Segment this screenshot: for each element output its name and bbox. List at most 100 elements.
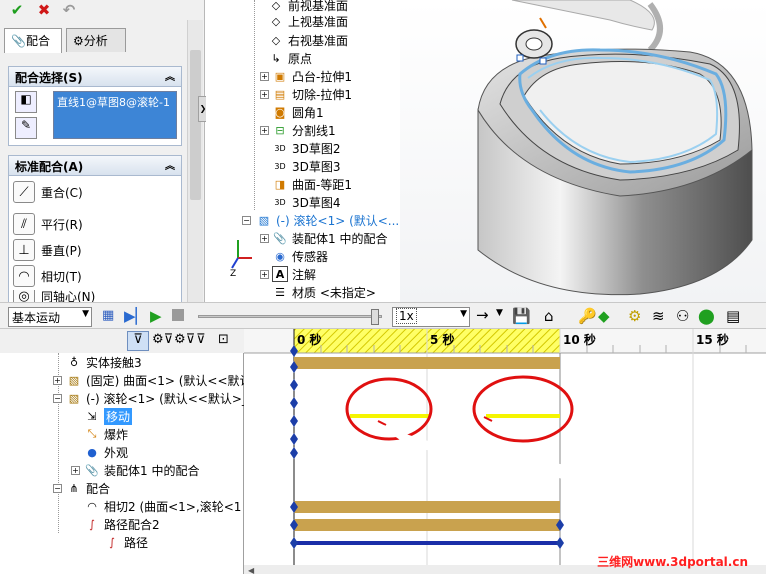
tree-item-origin[interactable]: ↳ 原点 [268, 49, 312, 67]
sensor-icon: ◉ [275, 249, 285, 263]
tree-item-boss-extrude[interactable]: ▣ 凸台-拉伸1 [272, 67, 352, 85]
tree-item-split-line[interactable]: ⊟ 分割线1 [272, 121, 335, 139]
expand-icon[interactable]: + [260, 90, 269, 99]
annotation-icon: A [272, 266, 288, 282]
filter-results-icon[interactable]: ⊽ [196, 332, 206, 347]
expand-icon[interactable]: + [53, 376, 62, 385]
play-icon[interactable]: ▶ [150, 307, 162, 325]
mate-selection-section: 配合选择(S) ︽ ◧ ✎ 直线1@草图8@滚轮-1 [8, 66, 182, 146]
results-plots-icon[interactable]: ▤ [726, 307, 740, 325]
pin-icon[interactable]: ✎ [15, 117, 37, 139]
mate-perpendicular[interactable]: ⊥ 垂直(P) [13, 238, 82, 262]
study-type-select[interactable]: 基本运动 ▼ [8, 307, 92, 327]
contact-icon[interactable]: ⚇ [676, 307, 689, 325]
motion-item-roller[interactable]: ▧ (-) 滚轮<1> (默认<<默认>_ [66, 389, 248, 407]
collapse-icon[interactable]: − [53, 484, 62, 493]
motion-item-path[interactable]: ∫ 路径 [104, 533, 148, 551]
motion-item-appearance[interactable]: ● 外观 [84, 443, 128, 461]
motion-item-assembly-mates[interactable]: 📎 装配体1 中的配合 [84, 461, 199, 479]
model-3d-view[interactable] [400, 0, 766, 302]
mate-concentric[interactable]: ◎ 同轴心(N) [13, 290, 95, 302]
motion-timeline[interactable]: ◀ 0 秒 5 秒 10 秒 15 秒 [244, 329, 766, 574]
motion-item-path-mate2[interactable]: ∫ 路径配合2 [84, 515, 160, 533]
filter-selected-icon[interactable]: ⚙⊽ [174, 332, 195, 347]
contact-icon: ♁ [69, 355, 79, 369]
filter-driving-icon[interactable]: ⚙⊽ [152, 332, 173, 347]
motion-item-explode[interactable]: ⤡ 爆炸 [84, 425, 128, 443]
collapse-icon[interactable]: − [53, 394, 62, 403]
motion-item-move[interactable]: ⇲ 移动 [84, 407, 133, 425]
tree-item-sensors[interactable]: ◉ 传感器 [272, 247, 328, 265]
annotation-circle-2 [472, 375, 574, 443]
scroll-thumb[interactable] [190, 50, 201, 200]
zoom-timeline-icon[interactable]: ⊡ [218, 332, 229, 347]
property-manager: ✔ ✖ ↶ 📎配合 ⚙分析 配合选择(S) ︽ ◧ ✎ 直线1@草图8@滚轮-1… [0, 0, 208, 302]
playback-slider-thumb[interactable] [371, 309, 379, 325]
pm-scrollbar[interactable] [187, 20, 203, 302]
playback-slider[interactable] [198, 309, 382, 325]
playback-speed-select[interactable]: 1x ▼ [392, 307, 470, 327]
motion-item-tangent2[interactable]: ◠ 相切2 (曲面<1>,滚轮<1 [84, 497, 241, 515]
motor-icon[interactable]: ⚙ [628, 307, 641, 325]
autokey-icon[interactable]: 🔑 [578, 307, 597, 325]
tree-item-mates-in-assembly[interactable]: 📎 装配体1 中的配合 [272, 229, 387, 247]
graphics-viewport[interactable] [400, 0, 766, 302]
stop-icon[interactable] [172, 309, 184, 321]
motion-item-fixed-surface[interactable]: ▧ (固定) 曲面<1> (默认<<默认 [66, 371, 252, 389]
expand-icon[interactable]: + [260, 270, 269, 279]
mate-parallel[interactable]: ⫽ 平行(R) [13, 212, 83, 236]
tree-item-top-plane[interactable]: ◇ 上视基准面 [268, 12, 348, 30]
selected-entities-list[interactable]: 直线1@草图8@滚轮-1 [53, 91, 177, 139]
motion-item-mates[interactable]: ⋔ 配合 [66, 479, 110, 497]
add-key-icon[interactable]: ◆ [598, 307, 610, 325]
save-animation-icon[interactable]: 💾 [512, 307, 531, 325]
timeline-bar-contact[interactable] [294, 357, 560, 369]
tab-analysis[interactable]: ⚙分析 [66, 28, 126, 52]
timeline-canvas[interactable]: ◀ [244, 329, 766, 574]
collapse-icon[interactable]: ︽ [165, 157, 175, 172]
mate-coincident[interactable]: ⟋ 重合(C) [13, 180, 83, 204]
tree-item-fillet[interactable]: ◙ 圆角1 [272, 103, 324, 121]
animation-wizard-icon[interactable]: ⌂ [544, 307, 554, 325]
motion-item-contact[interactable]: ♁ 实体接触3 [66, 353, 142, 371]
tree-item-material[interactable]: ☰ 材质 <未指定> [272, 283, 376, 301]
playback-mode-icon[interactable]: → [476, 306, 489, 324]
play-from-start-icon[interactable]: ▶▏ [124, 307, 147, 325]
tree-item-offset-surface[interactable]: ◨ 曲面-等距1 [272, 175, 352, 193]
chevron-down-icon[interactable]: ▼ [460, 309, 467, 319]
expand-icon[interactable]: + [260, 72, 269, 81]
mates-folder-icon: 📎 [273, 231, 287, 245]
filter-animated-icon[interactable]: ⊽ [127, 331, 149, 351]
tab-mates[interactable]: 📎配合 [4, 28, 62, 53]
calculate-icon[interactable]: ▦ [102, 308, 120, 326]
tree-item-3d-sketch-2[interactable]: 3D 3D草图2 [272, 139, 340, 157]
tree-item-3d-sketch-3[interactable]: 3D 3D草图3 [272, 157, 340, 175]
chevron-down-icon[interactable]: ▼ [496, 308, 503, 318]
collapse-icon[interactable]: ︽ [165, 68, 175, 83]
collapse-icon[interactable]: − [242, 216, 251, 225]
timeline-bar-path-mate[interactable] [294, 519, 560, 531]
gravity-icon[interactable]: ⬤ [698, 307, 715, 325]
cancel-x-icon[interactable]: ✖ [35, 1, 53, 19]
part-icon: ▧ [68, 373, 80, 387]
concentric-icon: ◎ [13, 290, 35, 302]
ok-check-icon[interactable]: ✔ [8, 1, 26, 19]
timeline-bar-path[interactable] [294, 541, 560, 545]
undo-icon[interactable]: ↶ [60, 1, 78, 19]
selected-entity[interactable]: 直线1@草图8@滚轮-1 [57, 96, 170, 109]
pm-toolbar: ✔ ✖ ↶ [0, 0, 205, 20]
spring-icon[interactable]: ≋ [652, 307, 665, 325]
mate-tangent[interactable]: ◠ 相切(T) [13, 264, 82, 288]
expand-icon[interactable]: + [260, 234, 269, 243]
tree-item-right-plane[interactable]: ◇ 右视基准面 [268, 31, 348, 49]
timeline-bar-tangent[interactable] [294, 501, 560, 513]
chevron-down-icon[interactable]: ▼ [82, 309, 89, 319]
tree-item-3d-sketch-4[interactable]: 3D 3D草图4 [272, 193, 340, 211]
tangent-icon: ◠ [13, 265, 35, 287]
tree-item-cut-extrude[interactable]: ▤ 切除-拉伸1 [272, 85, 352, 103]
tree-item-annotations[interactable]: A 注解 [272, 265, 316, 283]
expand-icon[interactable]: + [260, 126, 269, 135]
motion-filter-bar: ⊽ ⚙⊽ ⚙⊽ ⊽ ⊡ [0, 329, 244, 353]
expand-icon[interactable]: + [71, 466, 80, 475]
tree-item-roller-part[interactable]: ▧ (-) 滚轮<1> (默认<... [256, 211, 399, 229]
